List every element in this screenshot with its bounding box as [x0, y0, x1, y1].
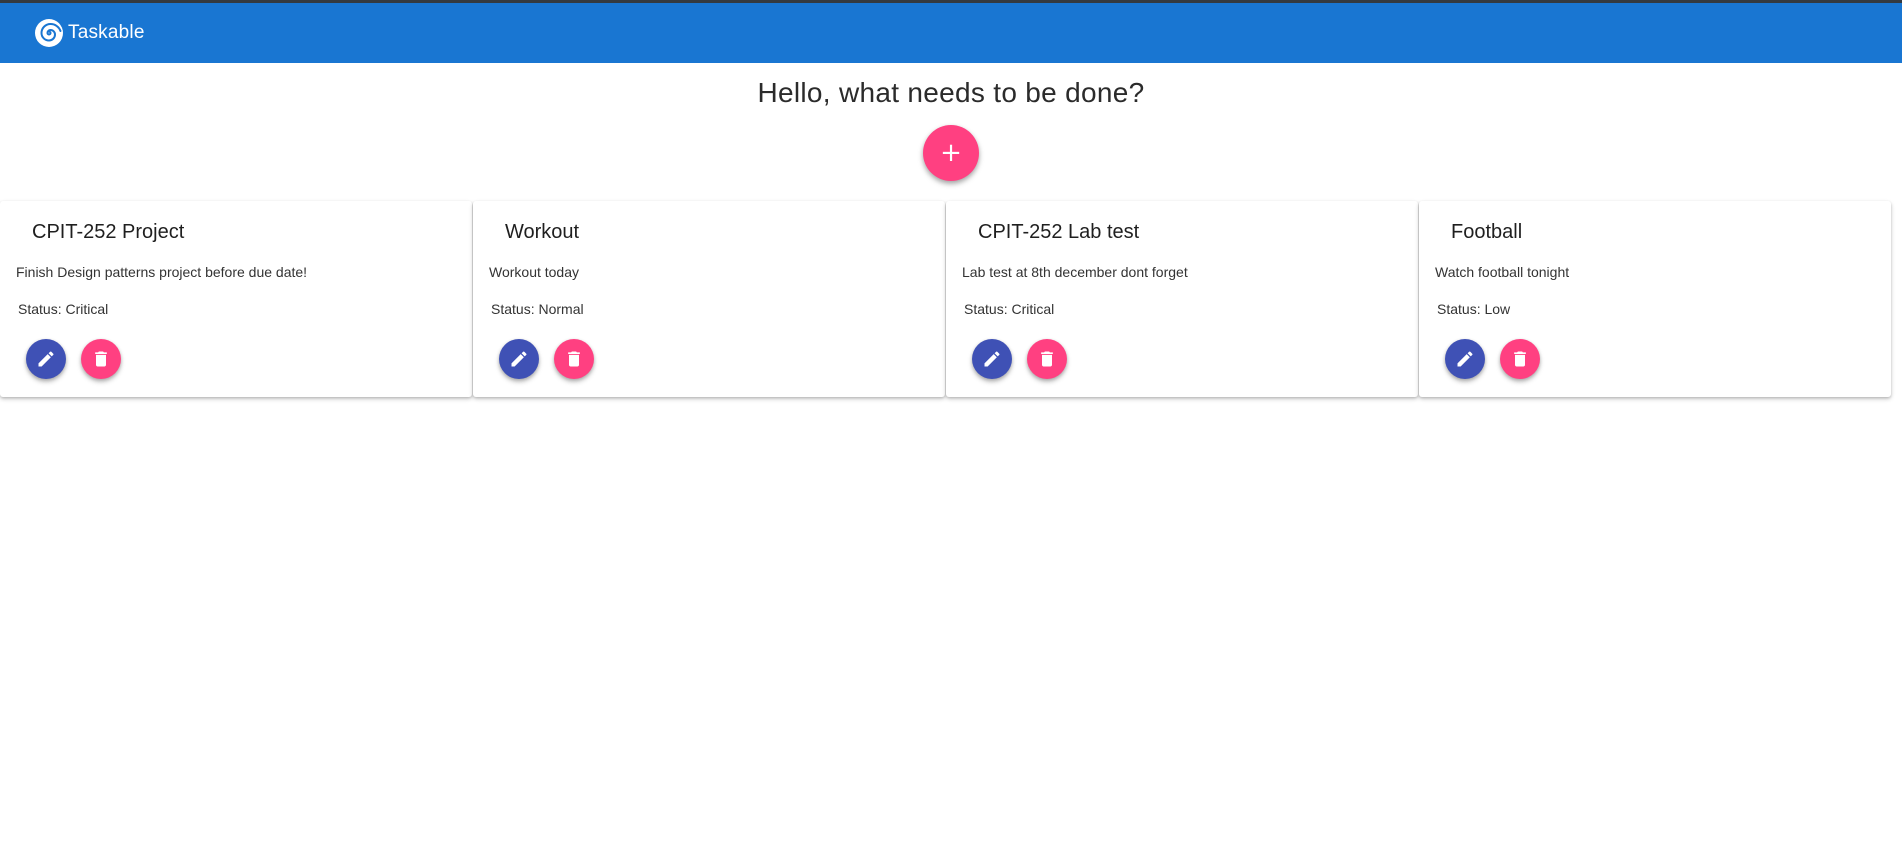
- task-title: Workout: [505, 221, 580, 243]
- trash-icon: [1510, 349, 1530, 369]
- hero-section: Hello, what needs to be done? +: [0, 77, 1902, 181]
- brand-link[interactable]: Taskable: [34, 18, 145, 48]
- task-description: Workout today: [489, 264, 580, 280]
- pencil-icon: [509, 349, 529, 369]
- task-list: CPIT-252 Project Finish Design patterns …: [0, 201, 1896, 397]
- trash-icon: [1037, 349, 1057, 369]
- page-title: Hello, what needs to be done?: [757, 77, 1145, 108]
- pencil-icon: [1455, 349, 1475, 369]
- spiral-logo-icon: [34, 18, 64, 48]
- task-actions: [499, 339, 609, 379]
- edit-task-button[interactable]: [972, 339, 1012, 379]
- task-status: Status: Normal: [491, 301, 584, 317]
- edit-task-button[interactable]: [1445, 339, 1485, 379]
- task-title: CPIT-252 Lab test: [978, 221, 1140, 243]
- edit-task-button[interactable]: [26, 339, 66, 379]
- task-actions: [26, 339, 136, 379]
- task-card: Workout Workout today Status: Normal: [473, 201, 945, 397]
- edit-task-button[interactable]: [499, 339, 539, 379]
- delete-task-button[interactable]: [1500, 339, 1540, 379]
- delete-task-button[interactable]: [1027, 339, 1067, 379]
- task-title: Football: [1451, 221, 1523, 243]
- task-title: CPIT-252 Project: [32, 221, 185, 243]
- task-description: Lab test at 8th december dont forget: [962, 264, 1188, 280]
- navbar: Taskable: [0, 3, 1902, 63]
- app-name: Taskable: [68, 22, 145, 43]
- pencil-icon: [982, 349, 1002, 369]
- task-status: Status: Low: [1437, 301, 1511, 317]
- trash-icon: [564, 349, 584, 369]
- task-status: Status: Critical: [964, 301, 1055, 317]
- task-card: CPIT-252 Lab test Lab test at 8th decemb…: [946, 201, 1418, 397]
- task-actions: [1445, 339, 1555, 379]
- task-status: Status: Critical: [18, 301, 109, 317]
- task-actions: [972, 339, 1082, 379]
- delete-task-button[interactable]: [81, 339, 121, 379]
- task-description: Watch football tonight: [1435, 264, 1570, 280]
- delete-task-button[interactable]: [554, 339, 594, 379]
- trash-icon: [91, 349, 111, 369]
- add-task-button[interactable]: +: [923, 125, 979, 181]
- task-description: Finish Design patterns project before du…: [16, 264, 308, 280]
- task-card: Football Watch football tonight Status: …: [1419, 201, 1891, 397]
- task-card: CPIT-252 Project Finish Design patterns …: [0, 201, 472, 397]
- pencil-icon: [36, 349, 56, 369]
